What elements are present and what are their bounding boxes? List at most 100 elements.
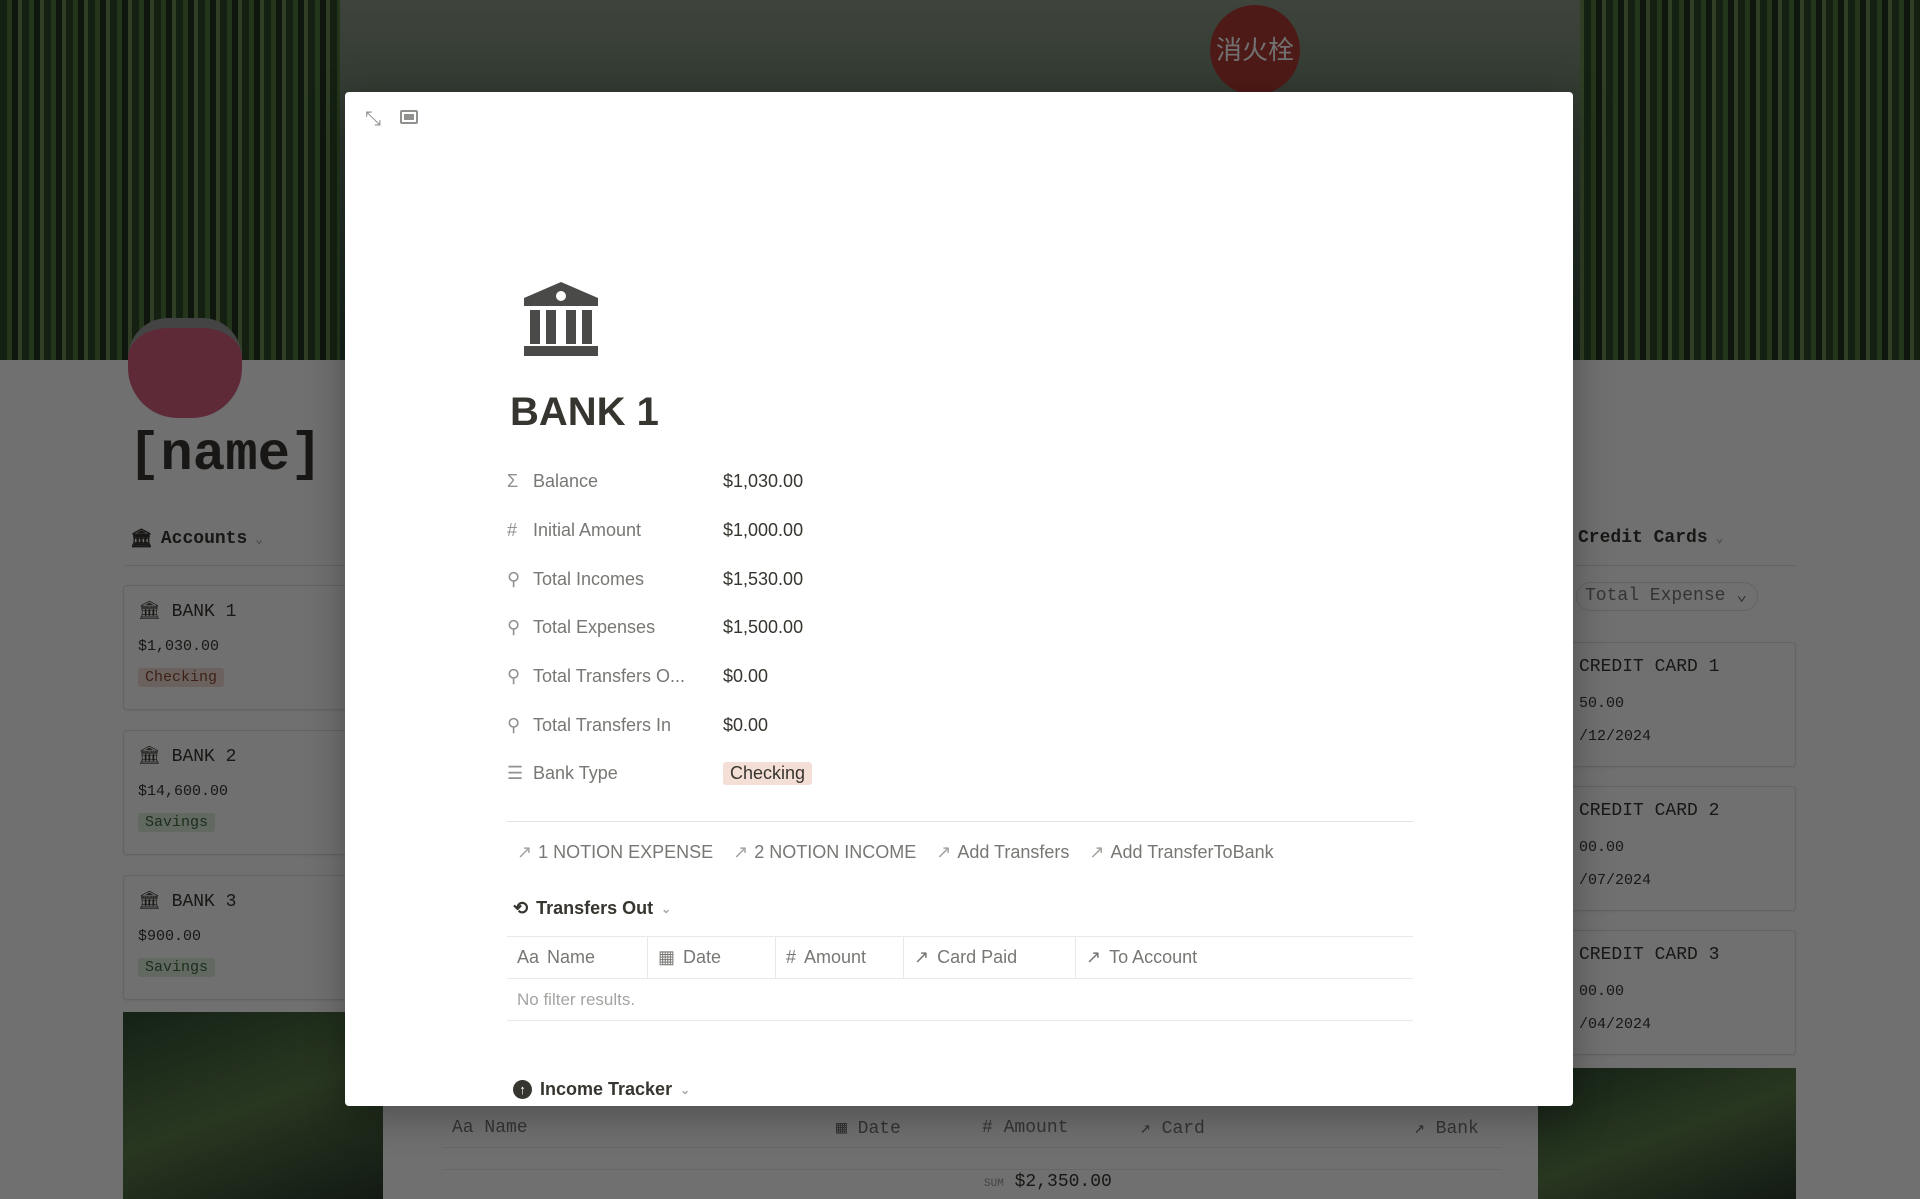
search-icon: ⚲ — [507, 616, 521, 637]
table-header: Aa Name ▦ Date # Amount ↗ Card Paid ↗ To Acco… — [507, 937, 1413, 979]
property-value: $1,000.00 — [723, 519, 804, 540]
credit-cards-header[interactable]: Credit Cards ⌄ — [1578, 528, 1723, 548]
search-icon: ⚲ — [507, 665, 521, 686]
property-value: $0.00 — [723, 665, 769, 686]
hash-icon: # — [507, 519, 518, 540]
credit-cards-title: Credit Cards — [1578, 528, 1708, 548]
property-total-incomes[interactable]: ⚲ Total Incomes $1,530.00 — [507, 564, 1207, 594]
income-tracker-header[interactable]: ↑ Income Tracker ⌄ — [513, 1079, 690, 1100]
transfer-icon: ⟲ — [513, 898, 529, 918]
bank-icon: 🏛 — [138, 747, 172, 767]
chevron-down-icon: ⌄ — [255, 531, 264, 547]
col-name[interactable]: Aa Name — [507, 937, 648, 978]
total-expense-filter[interactable]: Total Expense ⌄ — [1576, 582, 1759, 611]
card-name: CREDIT CARD 3 — [1579, 945, 1720, 965]
property-label: Total Expenses — [533, 616, 656, 637]
col-card[interactable]: ↗ Card — [1130, 1117, 1404, 1139]
purse-icon — [128, 318, 242, 418]
property-value: $1,500.00 — [723, 616, 804, 637]
property-value: $1,030.00 — [723, 470, 804, 491]
property-label: Total Incomes — [533, 568, 645, 589]
property-label: Balance — [533, 470, 599, 491]
chevron-down-icon: ⌄ — [1715, 530, 1724, 546]
decorative-photo — [1538, 1068, 1796, 1199]
sigma-icon: Σ — [507, 470, 519, 491]
bank-icon — [524, 282, 598, 356]
account-card[interactable]: 🏛 BANK 3 $900.00 Savings — [123, 875, 383, 1000]
search-icon: ⚲ — [507, 568, 521, 589]
card-amount: 50.00 — [1579, 695, 1625, 712]
col-date[interactable]: ▦ Date — [826, 1117, 972, 1139]
arrow-up-right-icon: ↗ — [936, 842, 952, 862]
card-date: /12/2024 — [1579, 728, 1652, 745]
arrow-up-right-icon: ↗ — [1086, 947, 1102, 967]
property-label: Total Transfers O... — [533, 665, 686, 686]
col-amount[interactable]: # Amount — [776, 937, 904, 978]
page-peek-modal: ⤡ BANK 1 Σ Balance $1,030.00 # Initial Amou… — [345, 92, 1573, 1106]
credit-card[interactable]: CREDIT CARD 1 50.00 /12/2024 — [1540, 642, 1796, 767]
bank-type-tag[interactable]: Checking — [723, 761, 813, 785]
divider — [125, 565, 345, 566]
property-value: $0.00 — [723, 714, 769, 735]
card-amount: $1,030.00 — [138, 638, 220, 655]
page-title: [name] — [128, 425, 323, 486]
bank-icon: 🏛 — [130, 530, 153, 550]
chevron-down-icon: ⌄ — [1736, 586, 1748, 606]
card-amount: 00.00 — [1579, 983, 1625, 1000]
income-table-bg: Aa Name ▦ Date # Amount ↗ Card ↗ Bank SU… — [442, 1108, 1502, 1192]
bank-icon: 🏛 — [138, 892, 172, 912]
col-card-paid[interactable]: ↗ Card Paid — [904, 937, 1076, 978]
card-date: /04/2024 — [1579, 1016, 1652, 1033]
property-bank-type[interactable]: ☰ Bank Type Checking — [507, 758, 1207, 788]
property-value: $1,530.00 — [723, 568, 804, 589]
property-initial-amount[interactable]: # Initial Amount $1,000.00 — [507, 515, 1207, 545]
card-amount: $14,600.00 — [138, 783, 229, 800]
arrow-up-circle-icon: ↑ — [513, 1080, 532, 1099]
col-to-account[interactable]: ↗ To Account — [1076, 937, 1413, 978]
credit-card[interactable]: CREDIT CARD 2 00.00 /07/2024 — [1540, 786, 1796, 911]
col-name[interactable]: Aa Name — [442, 1118, 826, 1138]
hash-icon: # — [786, 947, 797, 967]
col-bank[interactable]: ↗ Bank — [1404, 1117, 1502, 1139]
col-date[interactable]: ▦ Date — [648, 937, 776, 978]
arrow-up-right-icon: ↗ — [1089, 842, 1105, 862]
property-balance[interactable]: Σ Balance $1,030.00 — [507, 466, 1207, 496]
link-notion-income[interactable]: ↗ 2 NOTION INCOME — [733, 842, 916, 863]
divider — [1575, 565, 1796, 566]
transfers-out-title: Transfers Out — [536, 898, 654, 918]
link-add-transfers[interactable]: ↗ Add Transfers — [936, 842, 1069, 863]
property-total-transfers-in[interactable]: ⚲ Total Transfers In $0.00 — [507, 710, 1207, 740]
card-amount: 00.00 — [1579, 839, 1625, 856]
card-date: /07/2024 — [1579, 872, 1652, 889]
accounts-title: Accounts — [160, 529, 248, 549]
page-title[interactable]: BANK 1 — [510, 390, 659, 435]
credit-card[interactable]: CREDIT CARD 3 00.00 /04/2024 — [1540, 930, 1796, 1055]
accounts-header[interactable]: 🏛 Accounts ⌄ — [130, 528, 263, 550]
empty-state: No filter results. — [507, 979, 1413, 1021]
chevron-down-icon: ⌄ — [661, 901, 672, 916]
property-label: Initial Amount — [533, 519, 642, 540]
link-add-transfer-to-bank[interactable]: ↗ Add TransferToBank — [1089, 842, 1273, 863]
transfers-out-header[interactable]: ⟲ Transfers Out ⌄ — [513, 898, 671, 919]
col-amount[interactable]: # Amount — [972, 1118, 1130, 1138]
property-total-expenses[interactable]: ⚲ Total Expenses $1,500.00 — [507, 612, 1207, 642]
income-tracker-title: Income Tracker — [540, 1079, 673, 1099]
cover-sign: 消火栓 — [1210, 5, 1300, 95]
search-icon: ⚲ — [507, 714, 521, 735]
expand-icon[interactable]: ⤡ — [365, 108, 381, 131]
property-total-transfers-out[interactable]: ⚲ Total Transfers O... $0.00 — [507, 661, 1207, 691]
income-table-header: Aa Name ▦ Date # Amount ↗ Card ↗ Bank — [442, 1108, 1502, 1148]
link-notion-expense[interactable]: ↗ 1 NOTION EXPENSE — [517, 842, 713, 863]
list-icon: ☰ — [507, 762, 524, 783]
bank-icon: 🏛 — [138, 602, 172, 622]
account-card[interactable]: 🏛 BANK 1 $1,030.00 Checking — [123, 585, 383, 710]
type-tag: Checking — [138, 668, 225, 687]
account-card[interactable]: 🏛 BANK 2 $14,600.00 Savings — [123, 730, 383, 855]
card-name: CREDIT CARD 1 — [1579, 657, 1720, 677]
filter-label: Total Expense — [1585, 586, 1726, 606]
arrow-up-right-icon: ↗ — [914, 947, 930, 967]
card-amount: $900.00 — [138, 928, 202, 945]
transfers-out-table: Aa Name ▦ Date # Amount ↗ Card Paid ↗ To Acco… — [507, 936, 1413, 1021]
card-name: CREDIT CARD 2 — [1579, 801, 1720, 821]
peek-mode-icon[interactable] — [400, 110, 418, 124]
